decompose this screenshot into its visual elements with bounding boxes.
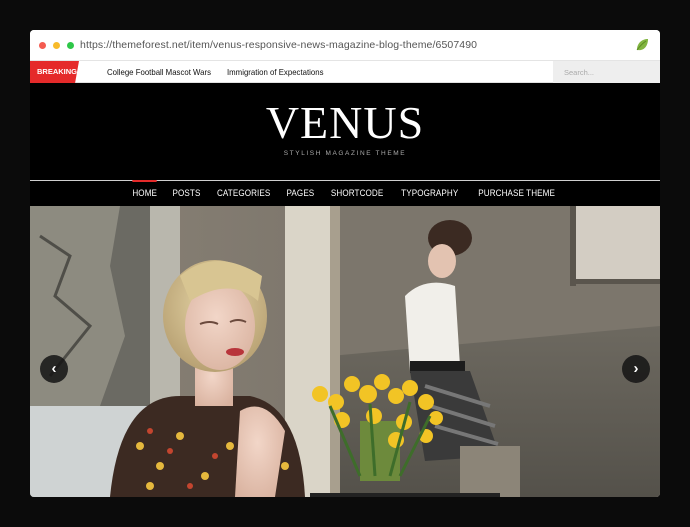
site-logo[interactable]: VENUS [30, 98, 660, 148]
slider-prev-button[interactable]: ‹ [40, 355, 68, 383]
leaf-icon[interactable] [635, 38, 649, 52]
breaking-item[interactable]: College Football Mascot Wars [107, 61, 211, 83]
nav-item-shortcode[interactable]: SHORTCODE [331, 181, 383, 206]
site-tagline: STYLISH MAGAZINE THEME [283, 150, 407, 157]
main-nav: HOME POSTS CATEGORIES PAGES SHORTCODE TY… [30, 180, 660, 206]
site-header: VENUS STYLISH MAGAZINE THEME [30, 83, 660, 180]
maximize-window-icon[interactable] [67, 42, 74, 49]
nav-item-categories[interactable]: CATEGORIES [217, 181, 270, 206]
slider-next-button[interactable]: › [622, 355, 650, 383]
hero-slider[interactable]: ‹ › [30, 206, 660, 497]
nav-item-pages[interactable]: PAGES [286, 181, 314, 206]
breaking-news-bar: BREAKING College Football Mascot Wars Im… [30, 61, 660, 83]
minimize-window-icon[interactable] [53, 42, 60, 49]
url-text[interactable]: https://themeforest.net/item/venus-respo… [80, 39, 477, 51]
nav-item-home[interactable]: HOME [132, 180, 158, 206]
close-window-icon[interactable] [39, 42, 46, 49]
search-input[interactable] [553, 61, 660, 83]
nav-item-purchase-theme[interactable]: PURCHASE THEME [478, 181, 555, 206]
breaking-badge: BREAKING [30, 61, 79, 83]
browser-window: https://themeforest.net/item/venus-respo… [30, 30, 660, 497]
nav-item-typography[interactable]: TYPOGRAPHY [401, 181, 458, 206]
nav-item-posts[interactable]: POSTS [172, 181, 200, 206]
hero-image [30, 206, 660, 497]
browser-address-bar: https://themeforest.net/item/venus-respo… [30, 30, 660, 61]
breaking-item[interactable]: Immigration of Expectations [227, 61, 323, 83]
